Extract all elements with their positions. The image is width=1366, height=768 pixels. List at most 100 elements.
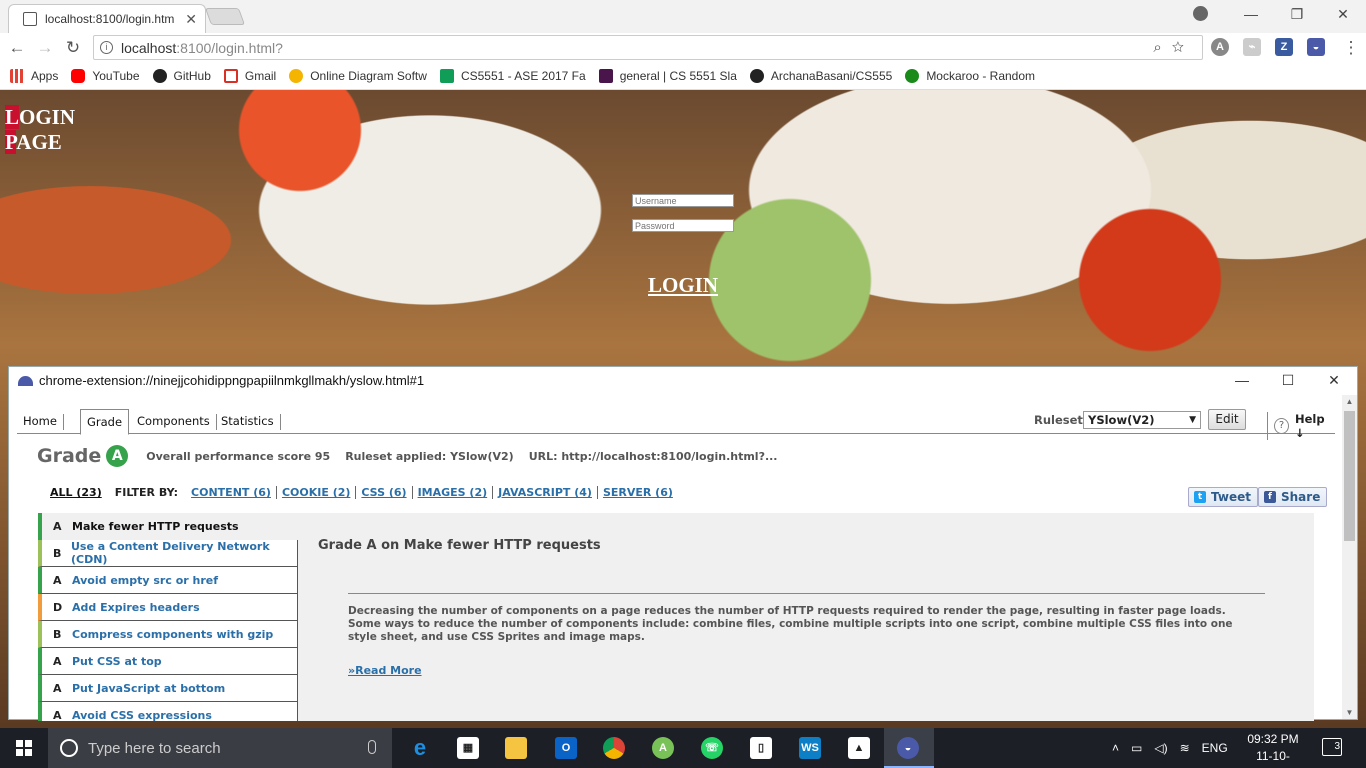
bookmark-youtube[interactable]: YouTube bbox=[71, 69, 140, 83]
read-more-link[interactable]: »Read More bbox=[348, 664, 1278, 677]
bookmark-github[interactable]: GitHub bbox=[152, 69, 211, 83]
share-button[interactable]: f Share bbox=[1258, 487, 1328, 507]
rule-item[interactable]: A Avoid CSS expressions bbox=[38, 702, 298, 721]
rule-item[interactable]: A Avoid empty src or href bbox=[38, 567, 298, 594]
chrome-app[interactable] bbox=[598, 732, 630, 764]
gmail-icon bbox=[223, 69, 238, 83]
scroll-up-icon[interactable]: ▲ bbox=[1342, 397, 1357, 406]
close-tab-icon[interactable]: ✕ bbox=[185, 11, 197, 28]
password-input[interactable] bbox=[632, 219, 734, 232]
tweet-button[interactable]: t Tweet bbox=[1188, 487, 1258, 507]
notes-app[interactable]: ▯ bbox=[745, 732, 777, 764]
filter-css[interactable]: CSS (6) bbox=[356, 486, 413, 499]
filter-bar: ALL (23) FILTER BY: CONTENT (6) COOKIE (… bbox=[50, 486, 678, 499]
microphone-icon[interactable] bbox=[368, 740, 376, 754]
bookmark-archana-github[interactable]: ArchanaBasani/CS555 bbox=[749, 69, 892, 83]
bookmark-cs5551[interactable]: CS5551 - ASE 2017 Fa bbox=[439, 69, 586, 83]
help-button[interactable]: ? Help ↓ bbox=[1267, 412, 1335, 440]
notification-center-icon[interactable]: 3 bbox=[1322, 738, 1342, 756]
rule-item[interactable]: B Use a Content Delivery Network (CDN) bbox=[38, 540, 298, 567]
photos-app[interactable]: ▲ bbox=[843, 732, 875, 764]
android-icon: A bbox=[652, 737, 674, 759]
abp-extension-icon[interactable]: A bbox=[1211, 38, 1229, 56]
bookmarks-bar: Apps YouTube GitHub Gmail Online Diagram… bbox=[0, 63, 1366, 90]
forward-icon[interactable]: → bbox=[34, 37, 56, 59]
filter-all[interactable]: ALL (23) bbox=[50, 486, 102, 499]
tab-grade[interactable]: Grade bbox=[80, 409, 130, 435]
z-extension-icon[interactable]: Z bbox=[1275, 38, 1293, 56]
username-input[interactable] bbox=[632, 194, 734, 207]
taskbar-search[interactable]: Type here to search bbox=[48, 728, 392, 768]
rule-list: A Make fewer HTTP requests B Use a Content… bbox=[38, 513, 298, 721]
close-icon[interactable]: ✕ bbox=[1320, 6, 1366, 23]
filter-server[interactable]: SERVER (6) bbox=[598, 486, 678, 499]
android-studio-app[interactable]: A bbox=[647, 732, 679, 764]
ruleset-select[interactable]: YSlow(V2) ▼ bbox=[1083, 411, 1201, 429]
webstorm-app[interactable]: WS bbox=[794, 732, 826, 764]
filter-content[interactable]: CONTENT (6) bbox=[186, 486, 277, 499]
help-icon: ? bbox=[1274, 418, 1289, 434]
rule-item[interactable]: A Put JavaScript at bottom bbox=[38, 675, 298, 702]
url-path: :8100/login.html? bbox=[176, 39, 283, 56]
whatsapp-app[interactable]: ☏ bbox=[696, 732, 728, 764]
maximize-icon[interactable]: ☐ bbox=[1265, 367, 1311, 394]
browser-toolbar: ← → ↻ i localhost:8100/login.html? ⌕☆ A … bbox=[0, 33, 1366, 63]
whatsapp-icon: ☏ bbox=[701, 737, 723, 759]
info-icon[interactable]: i bbox=[100, 41, 113, 54]
yslow-app[interactable]: ◒ bbox=[892, 732, 924, 764]
bookmark-apps[interactable]: Apps bbox=[10, 69, 58, 83]
rule-item[interactable]: B Compress components with gzip bbox=[38, 621, 298, 648]
back-icon[interactable]: ← bbox=[6, 37, 28, 59]
browser-tab[interactable]: localhost:8100/login.htm ✕ bbox=[8, 4, 206, 33]
zoom-star-icons[interactable]: ⌕☆ bbox=[1153, 39, 1194, 56]
wifi-icon[interactable]: ≋ bbox=[1180, 741, 1190, 755]
bookmark-slack[interactable]: general | CS 5551 Sla bbox=[598, 69, 737, 83]
edit-button[interactable]: Edit bbox=[1208, 409, 1246, 430]
browser-tab-strip: localhost:8100/login.htm ✕ — ❐ ✕ bbox=[0, 0, 1366, 33]
close-icon[interactable]: ✕ bbox=[1311, 367, 1357, 394]
scrollbar-thumb[interactable] bbox=[1344, 411, 1355, 541]
start-button[interactable] bbox=[0, 728, 48, 768]
profile-icon[interactable] bbox=[1193, 6, 1208, 21]
bookmark-gmail[interactable]: Gmail bbox=[223, 69, 276, 83]
login-link[interactable]: LOGIN bbox=[648, 273, 718, 298]
minimize-icon[interactable]: — bbox=[1219, 367, 1265, 394]
new-tab-button[interactable] bbox=[204, 8, 246, 25]
menu-icon[interactable]: ⋮ bbox=[1340, 37, 1362, 59]
filter-cookie[interactable]: COOKIE (2) bbox=[277, 486, 357, 499]
slack-icon bbox=[598, 69, 613, 83]
clock[interactable]: 09:32 PM 11-10-2017 bbox=[1243, 731, 1303, 768]
battery-icon[interactable]: ▭ bbox=[1131, 741, 1142, 755]
yslow-window: chrome-extension://ninejjcohidippngpapii… bbox=[8, 366, 1358, 721]
edge-app[interactable]: e bbox=[404, 732, 436, 764]
grade-content: A Make fewer HTTP requests B Use a Content… bbox=[38, 513, 1314, 721]
restore-icon[interactable]: ❐ bbox=[1274, 6, 1320, 23]
filter-images[interactable]: IMAGES (2) bbox=[413, 486, 494, 499]
tab-home[interactable]: Home bbox=[17, 414, 64, 430]
webstorm-icon: WS bbox=[799, 737, 821, 759]
taskbar: Type here to search e ▦ O A ☏ ▯ WS ▲ ◒ ˄… bbox=[0, 728, 1366, 768]
outlook-app[interactable]: O bbox=[550, 732, 582, 764]
window-controls: — ❐ ✕ bbox=[1228, 0, 1366, 28]
rule-item[interactable]: A Put CSS at top bbox=[38, 648, 298, 675]
chevron-up-icon[interactable]: ˄ bbox=[1112, 741, 1119, 755]
filter-javascript[interactable]: JAVASCRIPT (4) bbox=[493, 486, 598, 499]
address-bar[interactable]: i localhost:8100/login.html? ⌕☆ bbox=[93, 35, 1203, 60]
bookmark-mockaroo[interactable]: Mockaroo - Random bbox=[905, 69, 1035, 83]
rule-item[interactable]: D Add Expires headers bbox=[38, 594, 298, 621]
reload-icon[interactable]: ↻ bbox=[62, 37, 84, 59]
rule-item[interactable]: A Make fewer HTTP requests bbox=[38, 513, 298, 540]
edge-icon: e bbox=[413, 735, 427, 760]
yslow-extension-icon[interactable]: ◒ bbox=[1307, 38, 1325, 56]
store-app[interactable]: ▦ bbox=[452, 732, 484, 764]
scroll-down-icon[interactable]: ▼ bbox=[1342, 708, 1357, 717]
yslow-scrollbar[interactable]: ▲ ▼ bbox=[1342, 395, 1357, 719]
tab-components[interactable]: Components bbox=[131, 414, 217, 430]
tab-statistics[interactable]: Statistics bbox=[215, 414, 281, 430]
file-explorer-app[interactable] bbox=[500, 732, 532, 764]
minimize-icon[interactable]: — bbox=[1228, 6, 1274, 22]
bookmark-diagram[interactable]: Online Diagram Softw bbox=[289, 69, 427, 83]
language-indicator[interactable]: ENG bbox=[1202, 741, 1228, 755]
pdf-extension-icon[interactable]: ⌁ bbox=[1243, 38, 1261, 56]
volume-icon[interactable]: ◁) bbox=[1154, 741, 1167, 755]
